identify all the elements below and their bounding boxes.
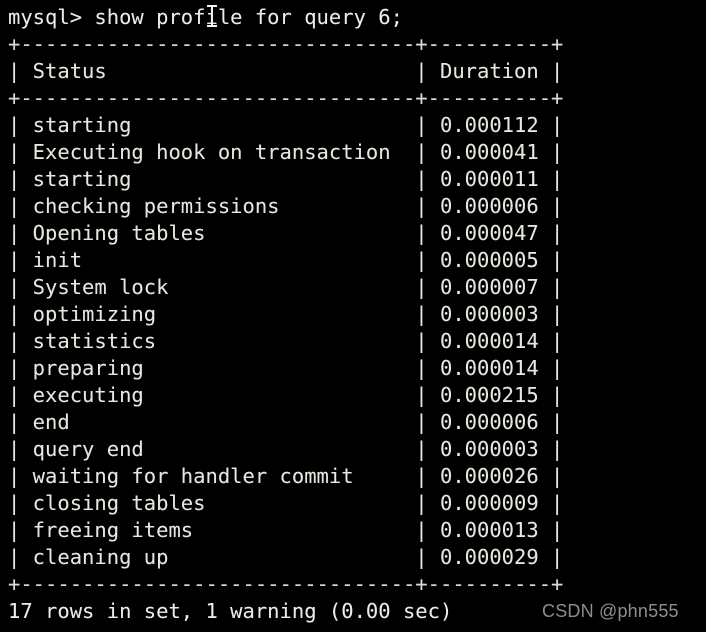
- table-row: | preparing | 0.000014 |: [8, 356, 564, 380]
- table-row: | Opening tables | 0.000047 |: [8, 221, 564, 245]
- terminal-window[interactable]: mysql> show profile for query 6; +------…: [0, 0, 706, 632]
- table-row: | closing tables | 0.000009 |: [8, 491, 564, 515]
- table-row: | Executing hook on transaction | 0.0000…: [8, 140, 564, 164]
- table-body: | starting | 0.000112 | | Executing hook …: [8, 112, 706, 571]
- table-row: | end | 0.000006 |: [8, 410, 564, 434]
- table-row: | cleaning up | 0.000029 |: [8, 545, 564, 569]
- table-separator-header: +--------------------------------+------…: [8, 86, 564, 110]
- table-header-row: | Status | Duration |: [8, 59, 564, 83]
- table-row: | executing | 0.000215 |: [8, 383, 564, 407]
- table-row: | init | 0.000005 |: [8, 248, 564, 272]
- command-prompt-line: mysql> show profile for query 6;: [8, 5, 403, 29]
- table-row: | starting | 0.000011 |: [8, 167, 564, 191]
- table-row: | checking permissions | 0.000006 |: [8, 194, 564, 218]
- table-row: | optimizing | 0.000003 |: [8, 302, 564, 326]
- watermark: CSDN @phn555: [542, 601, 679, 621]
- table-row: | freeing items | 0.000013 |: [8, 518, 564, 542]
- table-row: | waiting for handler commit | 0.000026 …: [8, 464, 564, 488]
- table-row: | starting | 0.000112 |: [8, 113, 564, 137]
- table-row: | System lock | 0.000007 |: [8, 275, 564, 299]
- table-row: | statistics | 0.000014 |: [8, 329, 564, 353]
- table-row: | query end | 0.000003 |: [8, 437, 564, 461]
- table-separator-top: +--------------------------------+------…: [8, 32, 564, 56]
- table-separator-bottom: +--------------------------------+------…: [8, 572, 564, 596]
